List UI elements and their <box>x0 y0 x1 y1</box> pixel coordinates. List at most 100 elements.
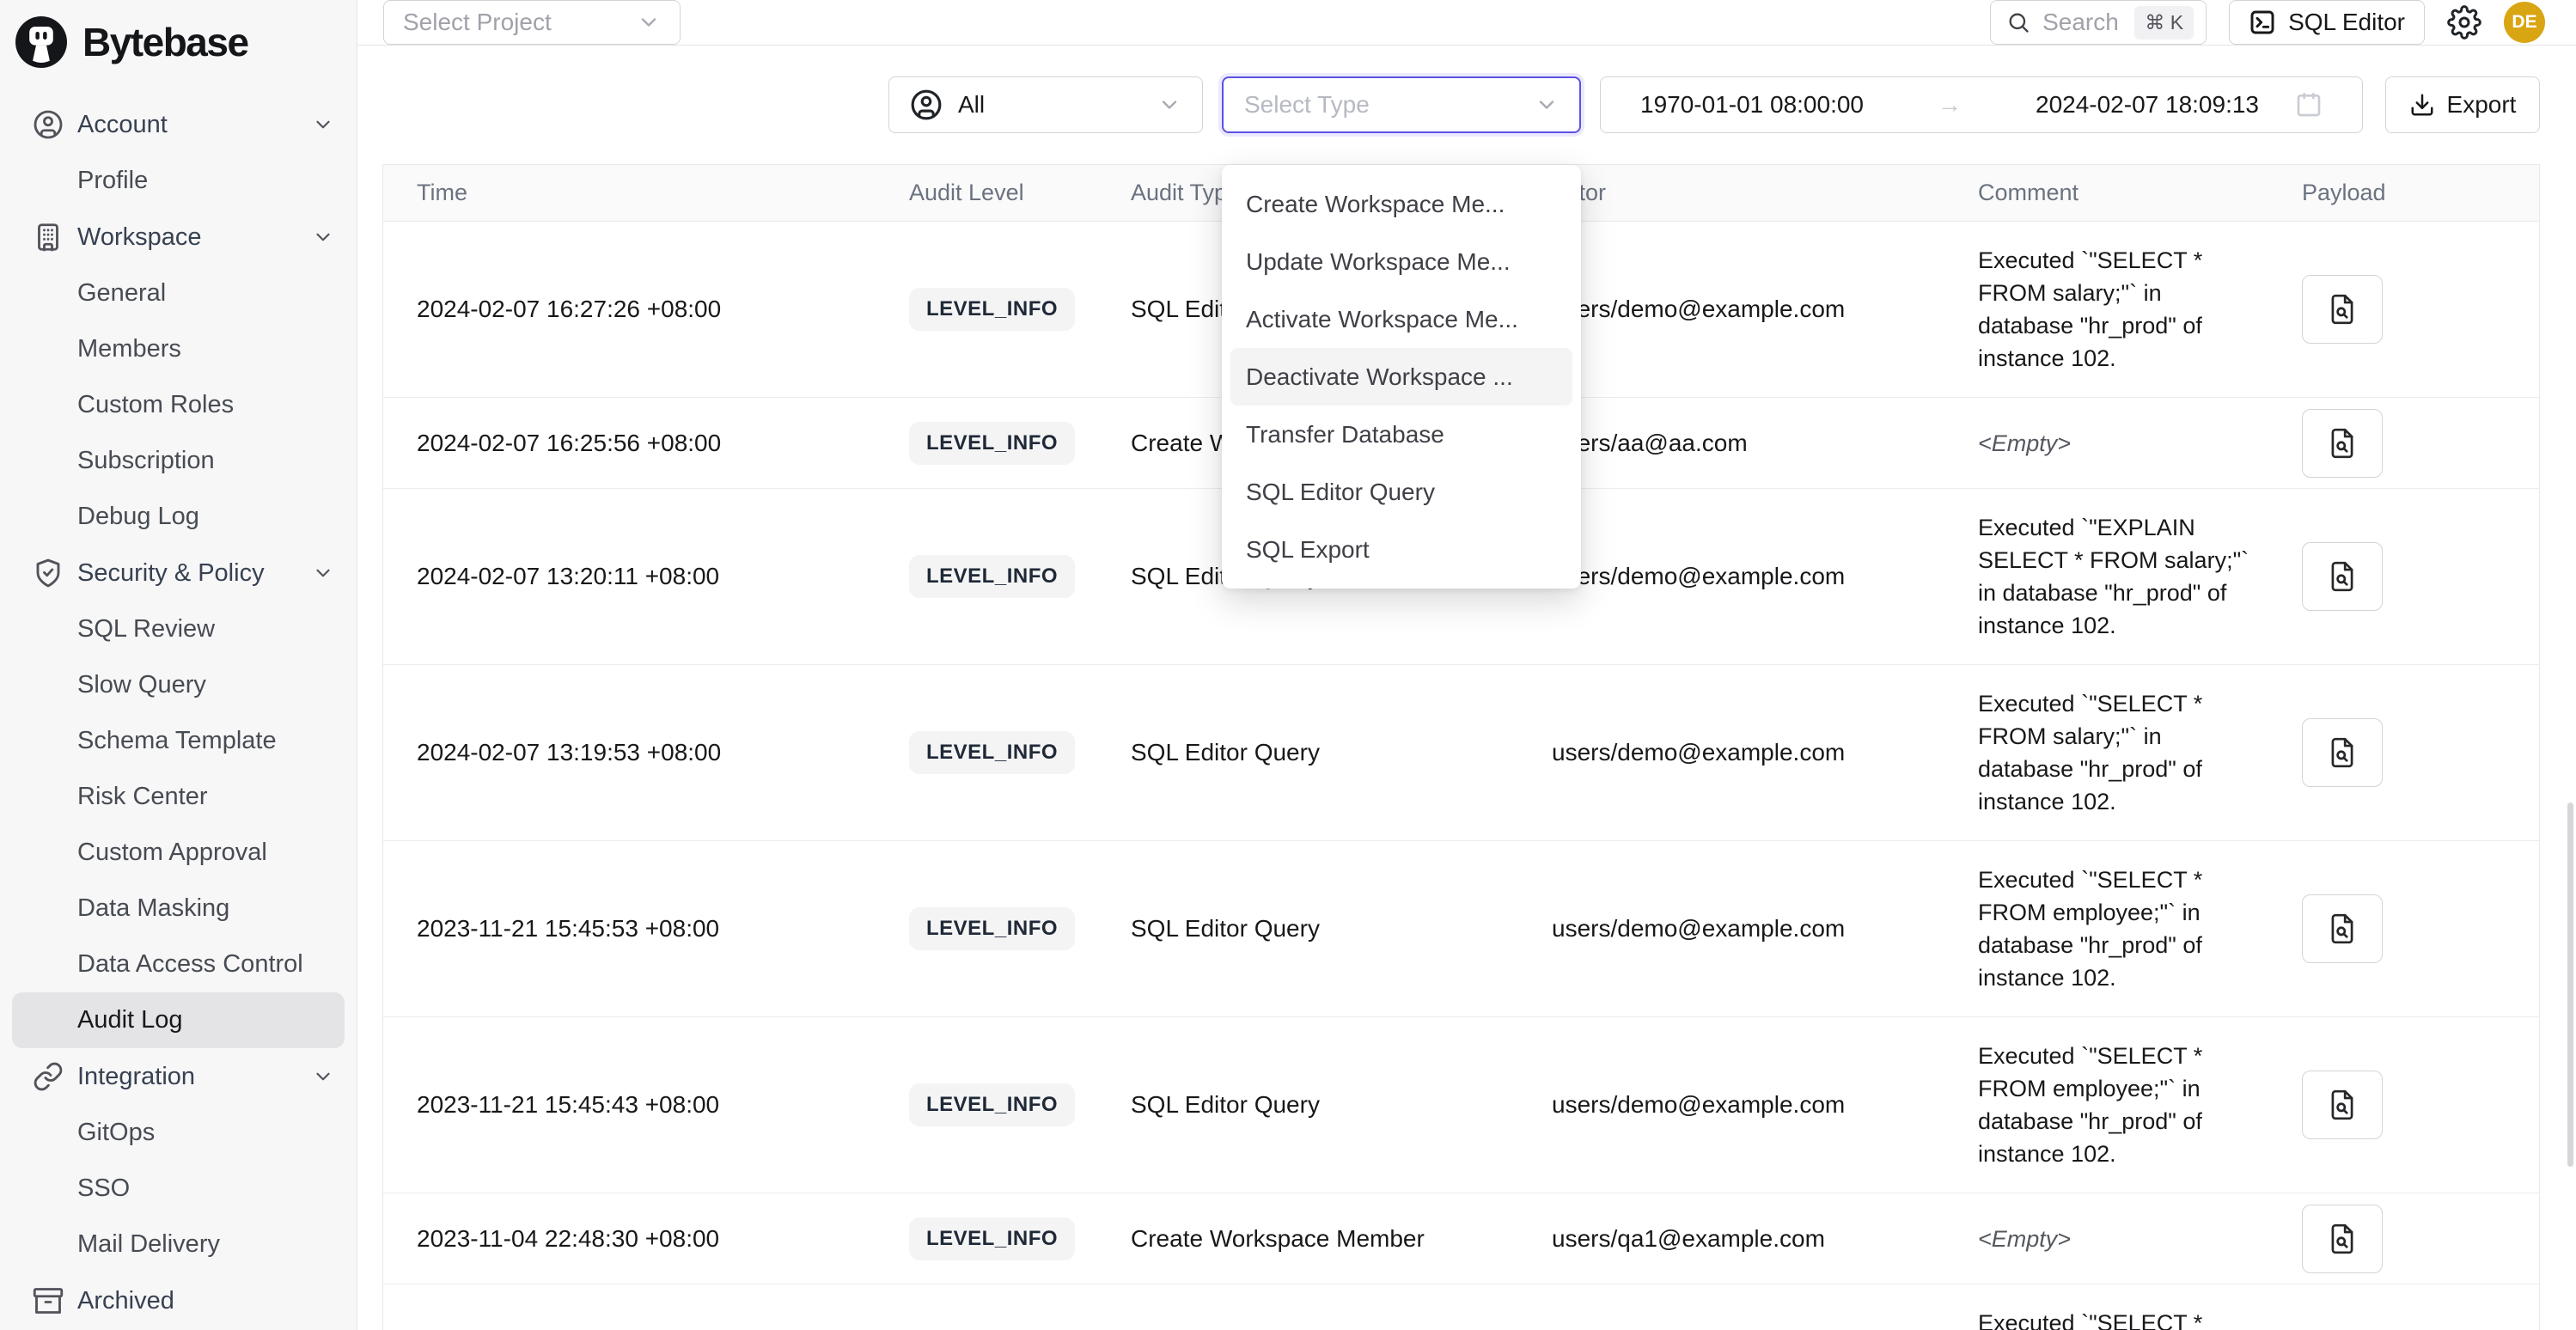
payload-view-button[interactable] <box>2302 894 2383 963</box>
sidebar-group-integration[interactable]: Integration <box>0 1048 357 1105</box>
avatar[interactable]: DE <box>2504 2 2545 43</box>
cell-comment: Executed `"SELECT * FROM department;"` i… <box>1978 1284 2302 1330</box>
sidebar-item-debug-log[interactable]: Debug Log <box>0 489 357 545</box>
cell-actor: users/demo@example.com <box>1552 1091 1978 1119</box>
sidebar-item-profile[interactable]: Profile <box>0 153 357 209</box>
sidebar-item-risk-center[interactable]: Risk Center <box>0 769 357 825</box>
sql-editor-label: SQL Editor <box>2288 9 2405 36</box>
type-menu-item[interactable]: Transfer Database <box>1230 406 1572 463</box>
chevron-down-icon <box>312 113 334 136</box>
bytebase-logo-icon <box>15 16 67 68</box>
date-range-picker[interactable]: 1970-01-01 08:00:00 → 2024-02-07 18:09:1… <box>1600 76 2363 133</box>
type-menu-item[interactable]: SQL Editor Query <box>1230 463 1572 521</box>
table-row: 2023-11-04 21:26:24 +08:00LEVEL_INFOSQL … <box>383 1284 2539 1330</box>
payload-view-button[interactable] <box>2302 542 2383 611</box>
archive-icon <box>33 1285 64 1316</box>
sidebar-item-slow-query[interactable]: Slow Query <box>0 657 357 713</box>
type-menu-item[interactable]: Activate Workspace Me... <box>1230 290 1572 348</box>
audit-level-badge: LEVEL_INFO <box>909 422 1075 465</box>
sidebar-item-custom-roles[interactable]: Custom Roles <box>0 377 357 433</box>
cell-time: 2024-02-07 13:19:53 +08:00 <box>417 739 909 766</box>
file-search-icon <box>2326 560 2359 593</box>
cell-audit-level: LEVEL_INFO <box>909 731 1131 774</box>
file-search-icon <box>2326 912 2359 945</box>
sidebar-item-data-masking[interactable]: Data Masking <box>0 881 357 936</box>
sidebar-item-data-access-control[interactable]: Data Access Control <box>0 936 357 992</box>
cell-audit-type: SQL Editor Query <box>1131 1091 1552 1119</box>
file-search-icon <box>2326 1089 2359 1121</box>
sql-editor-button[interactable]: SQL Editor <box>2229 0 2425 45</box>
sidebar-item-custom-approval[interactable]: Custom Approval <box>0 825 357 881</box>
sidebar-item-audit-log[interactable]: Audit Log <box>12 992 345 1048</box>
payload-view-button[interactable] <box>2302 718 2383 787</box>
audit-level-badge: LEVEL_INFO <box>909 288 1075 331</box>
table-row: 2023-11-21 15:45:43 +08:00LEVEL_INFOSQL … <box>383 1017 2539 1193</box>
sidebar-group-account[interactable]: Account <box>0 96 357 153</box>
sidebar-item-members[interactable]: Members <box>0 321 357 377</box>
cell-audit-level: LEVEL_INFO <box>909 555 1131 598</box>
payload-view-button[interactable] <box>2302 1071 2383 1139</box>
payload-view-button[interactable] <box>2302 409 2383 478</box>
type-filter-select[interactable]: Select Type <box>1222 76 1581 133</box>
table-row: 2023-11-04 22:48:30 +08:00LEVEL_INFOCrea… <box>383 1193 2539 1284</box>
cell-actor: users/qa1@example.com <box>1552 1225 1978 1253</box>
type-menu-item[interactable]: Update Workspace Me... <box>1230 233 1572 290</box>
brand-name: Bytebase <box>82 19 248 65</box>
project-select-placeholder: Select Project <box>403 9 637 36</box>
sidebar-item-sql-review[interactable]: SQL Review <box>0 601 357 657</box>
search-input[interactable]: Search ⌘ K <box>1990 0 2207 45</box>
date-to[interactable]: 2024-02-07 18:09:13 <box>2036 91 2259 119</box>
sidebar-group-workspace[interactable]: Workspace <box>0 209 357 265</box>
file-search-icon <box>2326 1223 2359 1255</box>
sidebar-group-security-policy[interactable]: Security & Policy <box>0 545 357 601</box>
scrollbar-thumb[interactable] <box>2567 802 2573 1167</box>
shield-check-icon <box>33 558 64 589</box>
sidebar-group-archived[interactable]: Archived <box>0 1272 357 1329</box>
cell-payload <box>2302 1071 2539 1139</box>
type-menu-item[interactable]: SQL Export <box>1230 521 1572 578</box>
export-button[interactable]: Export <box>2385 76 2540 133</box>
cell-audit-type: SQL Editor Query <box>1131 739 1552 766</box>
calendar-icon <box>2295 91 2323 119</box>
cell-time: 2023-11-21 15:45:53 +08:00 <box>417 915 909 943</box>
type-menu-item[interactable]: Create Workspace Me... <box>1230 175 1572 233</box>
building-icon <box>33 222 64 253</box>
sidebar-item-schema-template[interactable]: Schema Template <box>0 713 357 769</box>
type-menu-item[interactable]: Deactivate Workspace ... <box>1230 348 1572 406</box>
cell-payload <box>2302 409 2539 478</box>
sidebar-nav: AccountProfileWorkspaceGeneralMembersCus… <box>0 74 357 1329</box>
type-filter-dropdown-menu: Create Workspace Me...Update Workspace M… <box>1222 165 1581 589</box>
cell-time: 2023-11-21 15:45:43 +08:00 <box>417 1091 909 1119</box>
sidebar-item-subscription[interactable]: Subscription <box>0 433 357 489</box>
audit-level-badge: LEVEL_INFO <box>909 555 1075 598</box>
project-select[interactable]: Select Project <box>383 0 681 45</box>
type-filter-placeholder: Select Type <box>1244 91 1535 119</box>
sidebar-item-mail-delivery[interactable]: Mail Delivery <box>0 1217 357 1272</box>
sidebar-item-sso[interactable]: SSO <box>0 1161 357 1217</box>
chevron-down-icon <box>312 226 334 248</box>
cell-payload <box>2302 718 2539 787</box>
search-shortcut-badge: ⌘ K <box>2134 6 2194 40</box>
cell-comment: Executed `"EXPLAIN SELECT * FROM salary;… <box>1978 489 2302 664</box>
payload-view-button[interactable] <box>2302 1205 2383 1273</box>
sidebar-item-general[interactable]: General <box>0 265 357 321</box>
cell-payload <box>2302 542 2539 611</box>
cell-audit-type: SQL Editor Query <box>1131 915 1552 943</box>
filter-bar: All Select Type 1970-01-01 08:00:00 → 20… <box>382 76 2540 133</box>
user-circle-icon <box>33 109 64 140</box>
gear-icon[interactable] <box>2447 5 2481 40</box>
brand[interactable]: Bytebase <box>0 0 357 74</box>
sidebar-item-gitops[interactable]: GitOps <box>0 1105 357 1161</box>
sidebar: Bytebase AccountProfileWorkspaceGeneralM… <box>0 0 357 1330</box>
payload-view-button[interactable] <box>2302 275 2383 344</box>
actor-filter-select[interactable]: All <box>888 76 1203 133</box>
cell-comment: Executed `"SELECT * FROM salary;"` in da… <box>1978 222 2302 397</box>
cell-audit-level: LEVEL_INFO <box>909 1217 1131 1260</box>
file-search-icon <box>2326 736 2359 769</box>
column-header-payload: Payload <box>2302 180 2539 206</box>
search-placeholder: Search <box>2042 9 2122 36</box>
column-header-audit-level: Audit Level <box>909 180 1131 206</box>
date-from[interactable]: 1970-01-01 08:00:00 <box>1640 91 1864 119</box>
download-icon <box>2409 92 2435 118</box>
cell-time: 2023-11-04 22:48:30 +08:00 <box>417 1225 909 1253</box>
